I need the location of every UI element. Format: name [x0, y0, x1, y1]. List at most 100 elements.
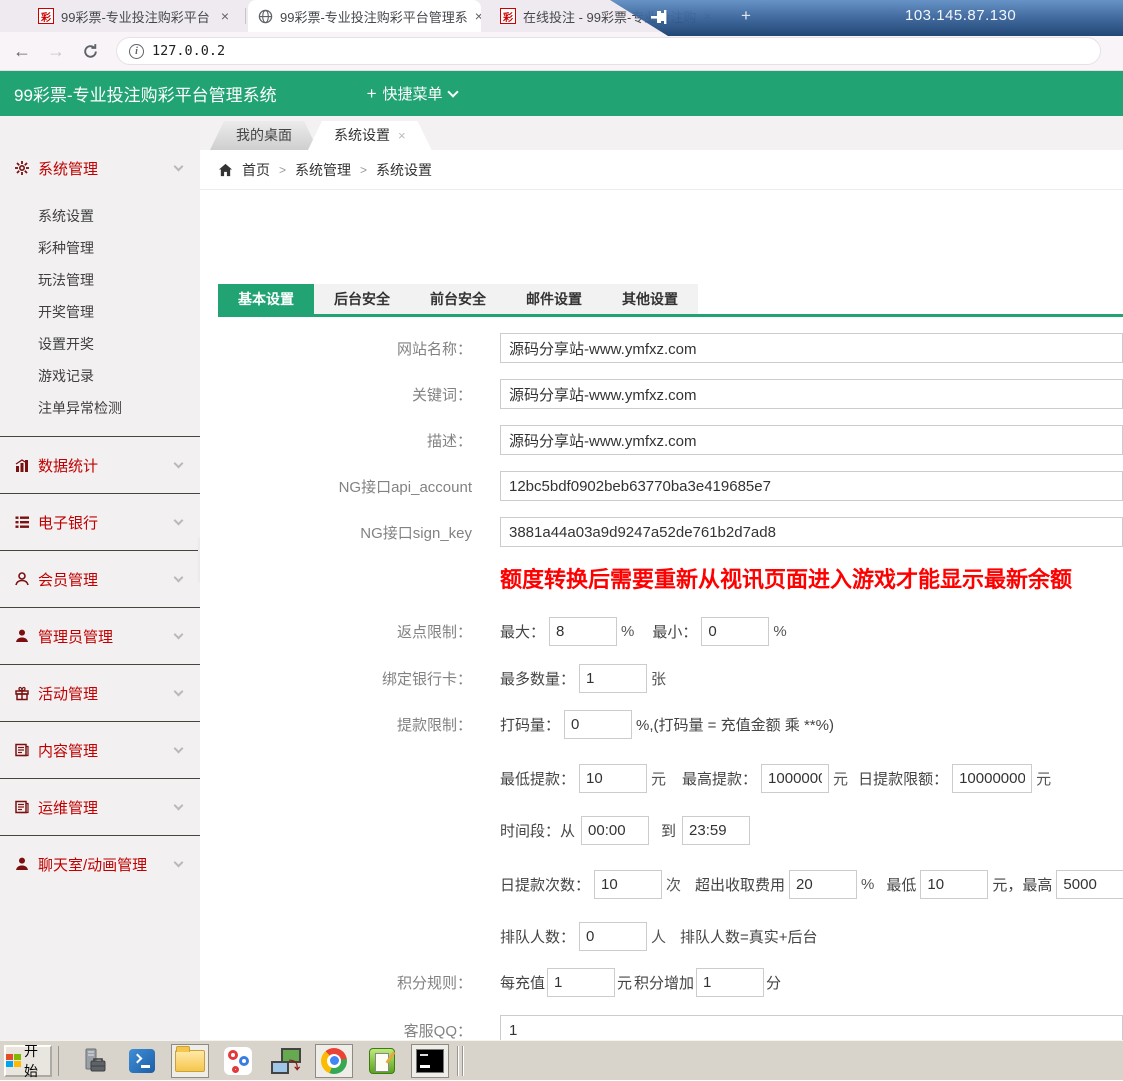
unit-zhang: 张: [651, 668, 666, 689]
chevron-down-icon: [174, 515, 184, 525]
rdp-connection-bar: 103.145.87.130: [610, 0, 1123, 36]
daily-times-input[interactable]: [594, 870, 662, 899]
start-button[interactable]: 开始: [4, 1045, 52, 1077]
fee-input[interactable]: [789, 870, 857, 899]
server-manager-icon[interactable]: [75, 1044, 113, 1078]
sidebar-item-activities[interactable]: 活动管理: [0, 664, 200, 721]
powershell-icon[interactable]: [123, 1044, 161, 1078]
form-row-website-name: 网站名称：: [200, 332, 1123, 364]
start-label: 开始: [24, 1041, 50, 1081]
ng-sign-key-input[interactable]: [500, 517, 1123, 547]
ng-api-account-input[interactable]: [500, 471, 1123, 501]
min-label: 最小：: [652, 621, 697, 642]
reload-button[interactable]: [78, 39, 102, 63]
workspace-tab-settings[interactable]: 系统设置 ×: [308, 121, 432, 150]
chat-icon: [14, 856, 30, 872]
sidebar-item-label: 运维管理: [38, 797, 98, 818]
sidebar-subitem-game-records[interactable]: 游戏记录: [0, 360, 200, 392]
chevron-down-icon: [447, 86, 458, 97]
chevron-down-icon: [174, 629, 184, 639]
fee-min-label: 最低: [886, 874, 916, 895]
withdraw-max-input[interactable]: [761, 764, 829, 793]
new-tab-button[interactable]: +: [737, 7, 755, 25]
site-info-icon[interactable]: i: [129, 44, 144, 59]
workspace-tab-label: 系统设置: [334, 121, 390, 150]
tab-close-icon[interactable]: ×: [217, 8, 233, 24]
sidebar-subitem-abnormal-check[interactable]: 注单异常检测: [0, 392, 200, 424]
time-to-input[interactable]: [682, 816, 750, 845]
sidebar-item-chatroom[interactable]: 聊天室/动画管理: [0, 835, 200, 892]
description-input[interactable]: [500, 425, 1123, 455]
back-button[interactable]: ←: [10, 39, 34, 63]
chevron-down-icon: [174, 800, 184, 810]
field-label: 客服QQ：: [200, 1020, 472, 1041]
sidebar-subitem-draw-mgmt[interactable]: 开奖管理: [0, 296, 200, 328]
browser-tab-1[interactable]: 彩 99彩票-专业投注购彩平台 ×: [28, 0, 243, 32]
fee-min-input[interactable]: [920, 870, 988, 899]
tab-close-icon[interactable]: ×: [398, 121, 406, 150]
chart-icon: [14, 457, 30, 473]
remote-desktop-icon[interactable]: ⤵: [267, 1044, 305, 1078]
rebate-max-input[interactable]: [549, 617, 617, 646]
cmd-icon[interactable]: [411, 1044, 449, 1078]
chevron-down-icon: [174, 458, 184, 468]
chevron-down-icon: [174, 857, 184, 867]
sidebar-subitem-system-settings[interactable]: 系统设置: [0, 200, 200, 232]
breadcrumb-separator: >: [360, 163, 367, 177]
pushpin-icon[interactable]: [648, 6, 670, 28]
fee-label: 超出收取费用: [695, 874, 785, 895]
sidebar-subitem-play-mgmt[interactable]: 玩法管理: [0, 264, 200, 296]
dama-note: %,(打码量 = 充值金额 乘 **%): [636, 714, 834, 735]
queue-input[interactable]: [579, 922, 647, 951]
points-per-input[interactable]: [547, 968, 615, 997]
sidebar-item-ops[interactable]: 运维管理: [0, 778, 200, 835]
unit-yuan: 元: [1036, 768, 1051, 789]
sidebar-item-members[interactable]: 会员管理: [0, 550, 200, 607]
address-bar[interactable]: i 127.0.0.2: [116, 37, 1101, 65]
workspace-tab-desktop[interactable]: 我的桌面: [210, 121, 318, 150]
dama-input[interactable]: [564, 710, 632, 739]
sidebar-item-ebank[interactable]: 电子银行: [0, 493, 200, 550]
breadcrumb-level2[interactable]: 系统管理: [295, 160, 351, 180]
service-qq-input[interactable]: [500, 1015, 1123, 1040]
fee-max-input[interactable]: [1056, 870, 1123, 899]
points-add-input[interactable]: [696, 968, 764, 997]
workspace-tab-bar: 我的桌面 系统设置 ×: [200, 116, 1123, 150]
sidebar-item-statistics[interactable]: 数据统计: [0, 436, 200, 493]
main-content: 我的桌面 系统设置 × 首页 > 系统管理 > 系统设置 基本设置后台安全前台安…: [200, 116, 1123, 1040]
sidebar-item-system[interactable]: 系统管理: [0, 138, 200, 198]
to-label: 到: [661, 820, 676, 841]
browser-tab-2-active[interactable]: 99彩票-专业投注购彩平台管理系 ×: [248, 0, 481, 32]
notepadpp-icon[interactable]: [363, 1044, 401, 1078]
points-per-label: 每充值: [500, 972, 545, 993]
queue-label: 排队人数：: [500, 926, 575, 947]
form-row-withdraw-amounts: 最低提款： 元 最高提款： 元 日提款限额： 元: [200, 762, 1123, 794]
form-row-points: 积分规则： 每充值 元 积分增加 分: [200, 966, 1123, 998]
app-header: 99彩票-专业投注购彩平台管理系统 + 快捷菜单: [0, 71, 1123, 116]
breadcrumb-level3: 系统设置: [376, 160, 432, 180]
withdraw-min-input[interactable]: [579, 764, 647, 793]
file-explorer-icon[interactable]: [171, 1044, 209, 1078]
tab-close-icon[interactable]: ×: [475, 8, 481, 24]
max-label: 最大：: [500, 621, 545, 642]
field-label: 返点限制：: [200, 621, 472, 642]
rebate-min-input[interactable]: [701, 617, 769, 646]
chevron-down-icon: [174, 161, 184, 171]
sidebar-item-admins[interactable]: 管理员管理: [0, 607, 200, 664]
sidebar-subitem-lottery-mgmt[interactable]: 彩种管理: [0, 232, 200, 264]
rings-app-icon[interactable]: [219, 1044, 257, 1078]
bankcard-qty-input[interactable]: [579, 664, 647, 693]
sidebar-item-contents[interactable]: 内容管理: [0, 721, 200, 778]
website-name-input[interactable]: [500, 333, 1123, 363]
keywords-input[interactable]: [500, 379, 1123, 409]
sidebar-subitem-set-draw[interactable]: 设置开奖: [0, 328, 200, 360]
quick-menu-button[interactable]: + 快捷菜单: [367, 83, 457, 104]
breadcrumb-home[interactable]: 首页: [242, 160, 270, 180]
daily-limit-input[interactable]: [952, 764, 1032, 793]
field-label: 绑定银行卡：: [200, 668, 472, 689]
time-from-input[interactable]: [581, 816, 649, 845]
gift-icon: [14, 685, 30, 701]
chrome-icon[interactable]: [315, 1044, 353, 1078]
unit-yuan: 元: [617, 972, 632, 993]
taskbar-separator: [58, 1046, 59, 1076]
